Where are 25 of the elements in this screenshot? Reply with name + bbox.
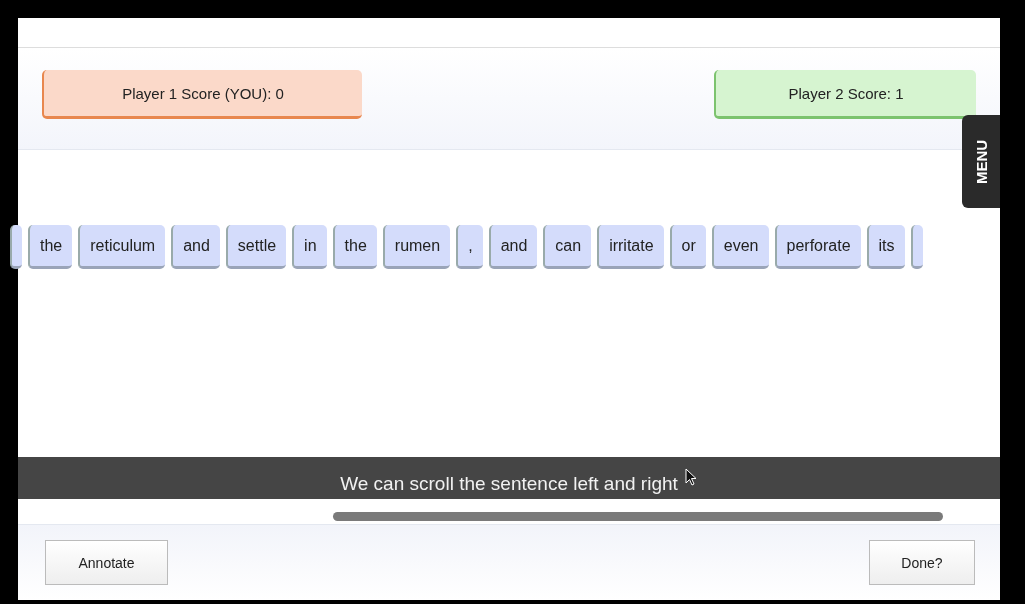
word-tile[interactable]: the <box>332 225 377 269</box>
word-tile[interactable]: the <box>28 225 73 269</box>
word-tile[interactable]: and <box>171 225 220 269</box>
annotate-button[interactable]: Annotate <box>45 540 168 585</box>
word-tile[interactable] <box>10 225 22 269</box>
word-tile[interactable]: irritate <box>597 225 664 269</box>
word-tile[interactable]: reticulum <box>78 225 166 269</box>
word-tile[interactable]: perforate <box>774 225 861 269</box>
word-tile[interactable]: , <box>456 225 483 269</box>
word-tile[interactable]: or <box>669 225 706 269</box>
word-tile[interactable]: even <box>711 225 769 269</box>
scrollbar-thumb[interactable] <box>333 512 943 521</box>
score-badge: Player 1 Score (YOU): 0 <box>42 70 362 119</box>
word-tile[interactable] <box>910 225 923 269</box>
menu-tab[interactable]: MENU <box>962 115 1000 208</box>
mouse-cursor-icon <box>685 468 697 486</box>
word-tile[interactable]: and <box>488 225 538 269</box>
word-tile[interactable]: in <box>292 225 327 269</box>
score-badge: Player 2 Score: 1 <box>714 70 976 119</box>
word-tile[interactable]: settle <box>225 225 287 269</box>
word-tile[interactable]: its <box>866 225 905 269</box>
done-button[interactable]: Done? <box>869 540 975 585</box>
word-tile[interactable]: rumen <box>382 225 451 269</box>
word-tile[interactable]: can <box>543 225 592 269</box>
caption-bar: We can scroll the sentence left and right <box>18 457 1000 499</box>
